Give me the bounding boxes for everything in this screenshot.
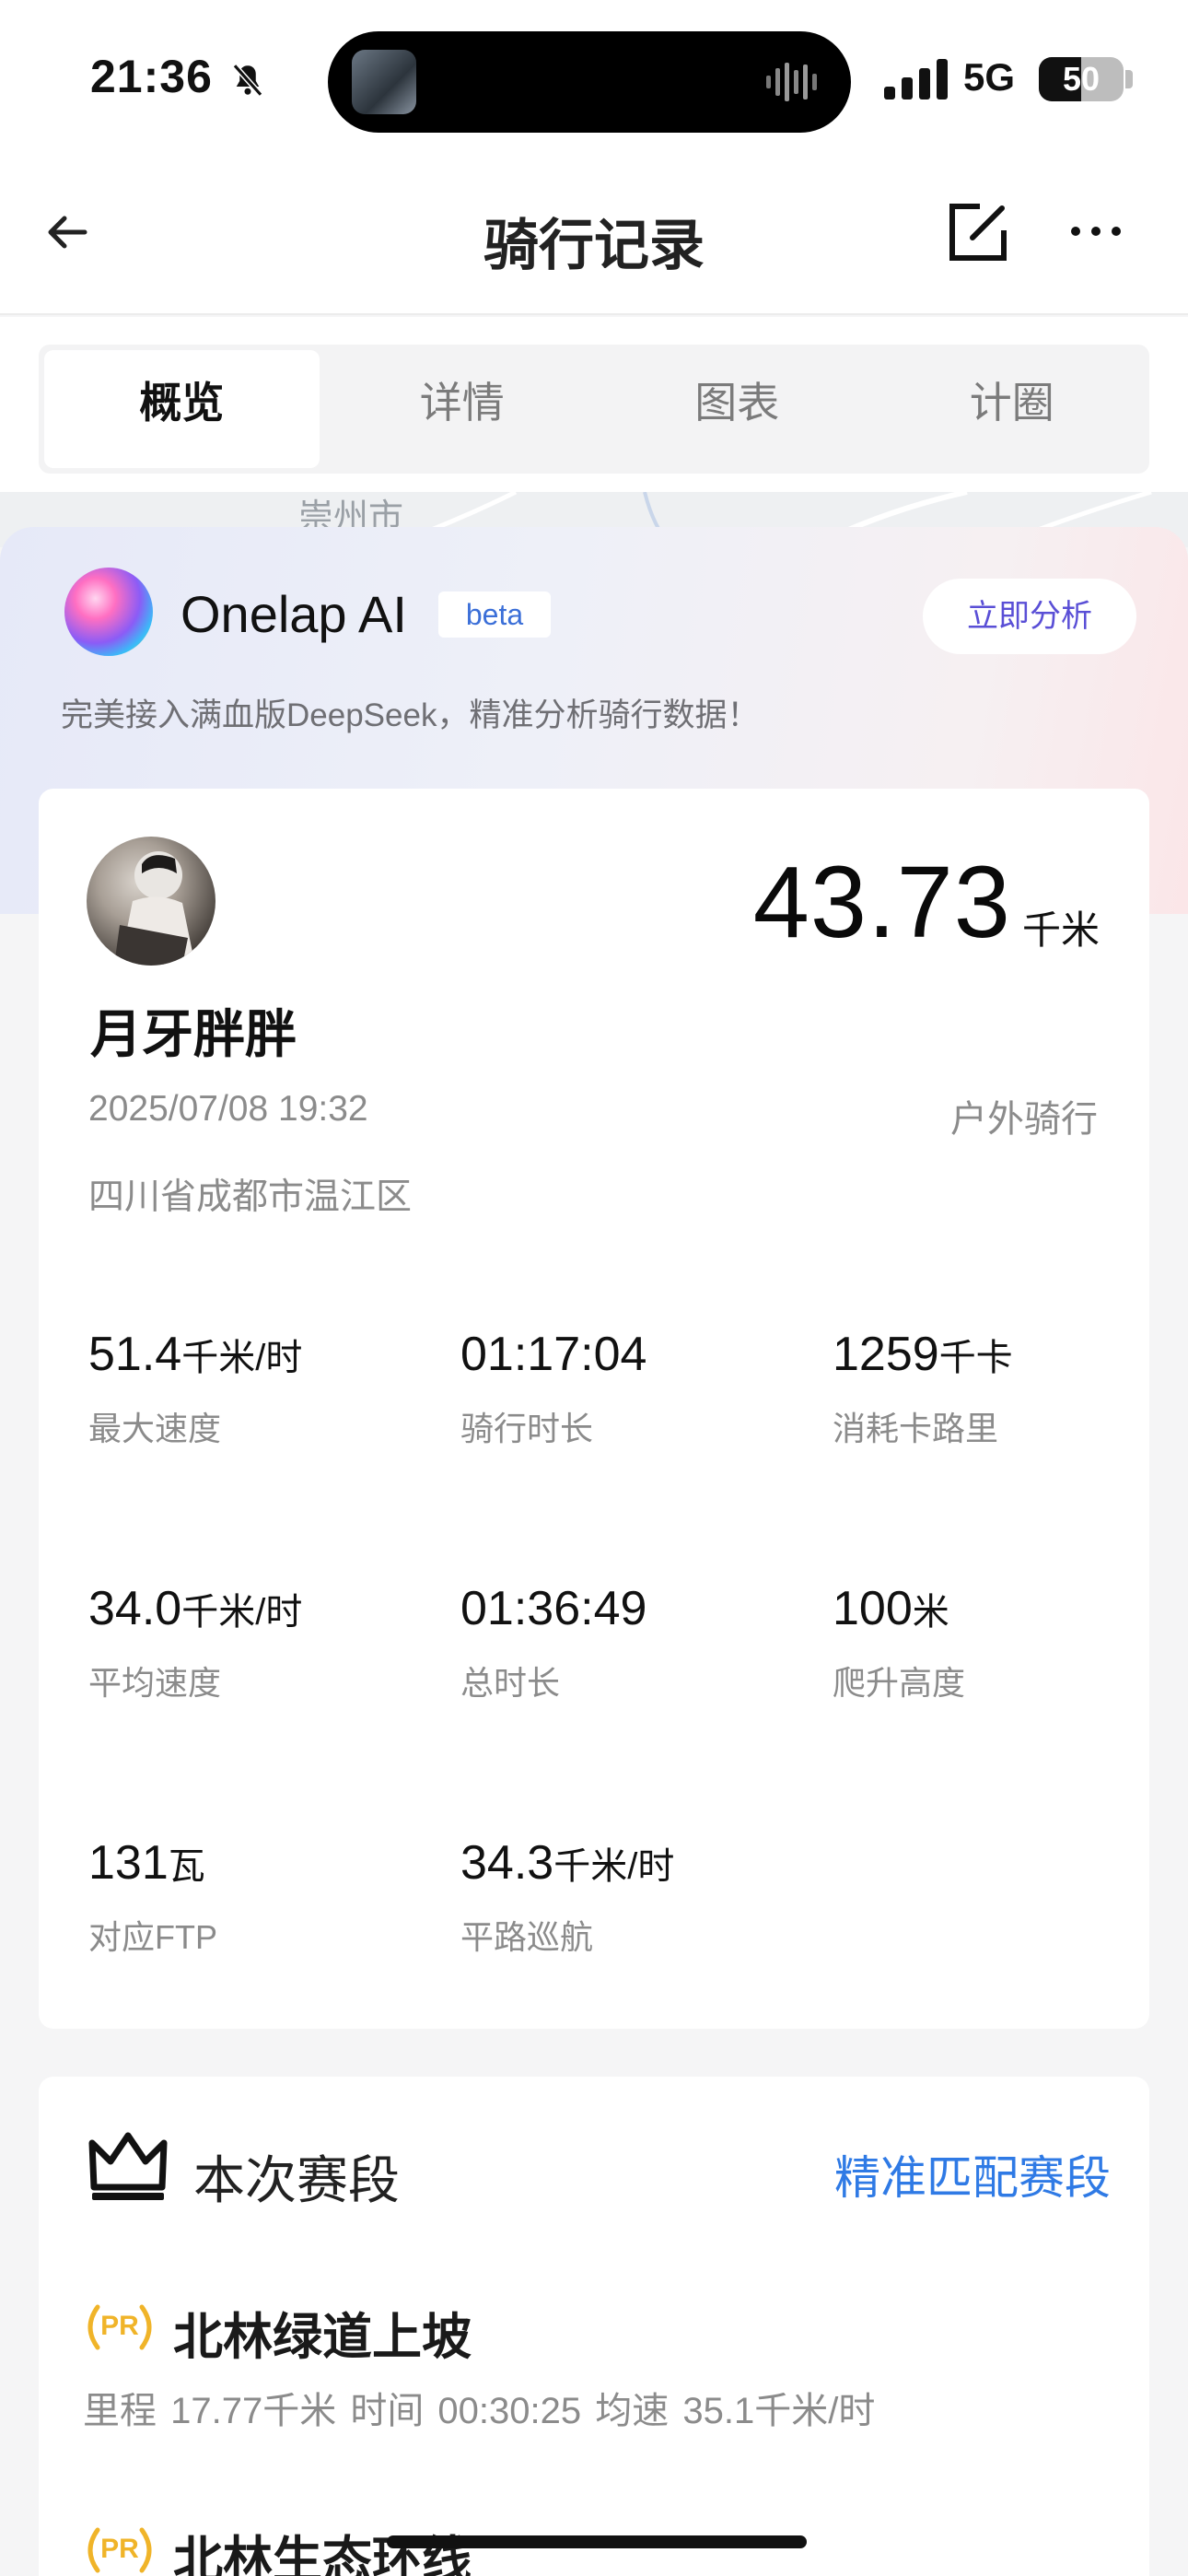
stat-moving-time: 01:17:04 骑行时长 [460, 1327, 792, 1450]
stat-label: 最大速度 [88, 1410, 222, 1447]
stat-unit: 千卡 [938, 1338, 1013, 1378]
stat-flat-cruise: 34.3千米/时 平路巡航 [460, 1835, 792, 1959]
stat-unit: 千米/时 [181, 1592, 303, 1633]
stat-ftp: 131瓦 对应FTP [88, 1835, 420, 1959]
stat-label: 爬升高度 [833, 1664, 966, 1702]
analyze-now-button[interactable]: 立即分析 [923, 579, 1136, 654]
stat-label: 对应FTP [88, 1918, 217, 1956]
battery-percent: 50 [1062, 60, 1101, 98]
home-indicator[interactable] [387, 2535, 807, 2548]
avatar[interactable] [87, 837, 215, 966]
stat-value: 01:17:04 [460, 1328, 647, 1381]
stat-label: 总时长 [460, 1664, 561, 1702]
status-time: 21:36 [90, 51, 213, 102]
stat-label: 平路巡航 [460, 1918, 594, 1956]
battery-icon: 50 [1039, 57, 1124, 101]
ride-summary-card: 43.73 千米 月牙胖胖 2025/07/08 19:32 户外骑行 四川省成… [39, 789, 1149, 2029]
stat-value: 34.0 [88, 1582, 182, 1635]
ride-type: 户外骑行 [950, 1099, 1098, 1140]
stat-max-speed: 51.4千米/时 最大速度 [88, 1327, 420, 1450]
rider-name: 月牙胖胖 [90, 1005, 297, 1063]
tab-bar: 概览 详情 图表 计圈 [39, 345, 1149, 474]
total-distance: 43.73 [752, 846, 1011, 959]
stat-value: 100 [833, 1582, 913, 1635]
pr-badge-icon: PR [79, 2301, 160, 2353]
now-playing-thumbnail [352, 50, 416, 114]
segment-name[interactable]: 北林绿道上坡 [173, 2296, 472, 2369]
status-bar: 21:36 5G 50 [0, 0, 1188, 157]
stat-unit: 瓦 [168, 1846, 205, 1887]
stat-value: 34.3 [460, 1836, 554, 1890]
match-segments-link[interactable]: 精准匹配赛段 [834, 2141, 1111, 2207]
ai-name: Onelap AI [181, 585, 407, 643]
beta-badge: beta [438, 591, 551, 638]
stat-label: 骑行时长 [460, 1410, 594, 1447]
dynamic-island[interactable] [328, 31, 851, 133]
cellular-signal-icon [884, 59, 948, 100]
stat-value: 1259 [833, 1328, 939, 1381]
battery-cap [1125, 70, 1133, 88]
tab-laps[interactable]: 计圈 [875, 345, 1150, 474]
network-type: 5G [963, 55, 1016, 99]
stat-value: 131 [88, 1836, 169, 1890]
segment-meta: 里程 17.77千米 时间 00:30:25 均速 35.1千米/时 [83, 2391, 876, 2431]
tab-charts[interactable]: 图表 [600, 345, 875, 474]
distance-unit: 千米 [1021, 908, 1100, 952]
stat-total-time: 01:36:49 总时长 [460, 1581, 792, 1704]
avatar-figure [114, 851, 195, 966]
edit-icon[interactable] [945, 199, 1011, 265]
bell-muted-icon [232, 64, 263, 97]
ride-location: 四川省成都市温江区 [88, 1177, 413, 1217]
pr-badge-icon: PR [79, 2524, 160, 2576]
audio-wave-icon [766, 63, 817, 101]
stat-label: 消耗卡路里 [833, 1410, 999, 1447]
stat-unit: 千米/时 [553, 1846, 675, 1887]
segments-title: 本次赛段 [193, 2151, 400, 2209]
stat-value: 51.4 [88, 1328, 182, 1381]
more-options-icon[interactable] [1068, 217, 1124, 245]
tab-details[interactable]: 详情 [325, 345, 600, 474]
ride-datetime: 2025/07/08 19:32 [88, 1089, 368, 1129]
stat-unit: 米 [912, 1592, 949, 1633]
stat-value: 01:36:49 [460, 1582, 647, 1635]
tab-overview[interactable]: 概览 [44, 350, 320, 468]
screen: 21:36 5G 50 骑行记录 概览 详情 图表 计圈 崇州市 Onelap … [0, 0, 1188, 2576]
stat-avg-speed: 34.0千米/时 平均速度 [88, 1581, 420, 1704]
nav-bar: 骑行记录 [0, 157, 1188, 315]
pr-badge-text: PR [100, 2534, 139, 2564]
stat-elevation-gain: 100米 爬升高度 [833, 1581, 1164, 1704]
stat-unit: 千米/时 [181, 1338, 303, 1378]
crown-icon [88, 2132, 168, 2200]
stat-calories: 1259千卡 消耗卡路里 [833, 1327, 1164, 1450]
pr-badge-text: PR [100, 2311, 139, 2341]
stat-label: 平均速度 [88, 1664, 222, 1702]
segments-card: 本次赛段 精准匹配赛段 PR 北林绿道上坡 里程 17.77千米 时间 00:3… [39, 2077, 1149, 2576]
tab-bar-container: 概览 详情 图表 计圈 [0, 317, 1188, 492]
onelap-ai-logo-icon [64, 568, 153, 656]
ai-subtitle: 完美接入满血版DeepSeek，精准分析骑行数据！ [61, 697, 760, 733]
